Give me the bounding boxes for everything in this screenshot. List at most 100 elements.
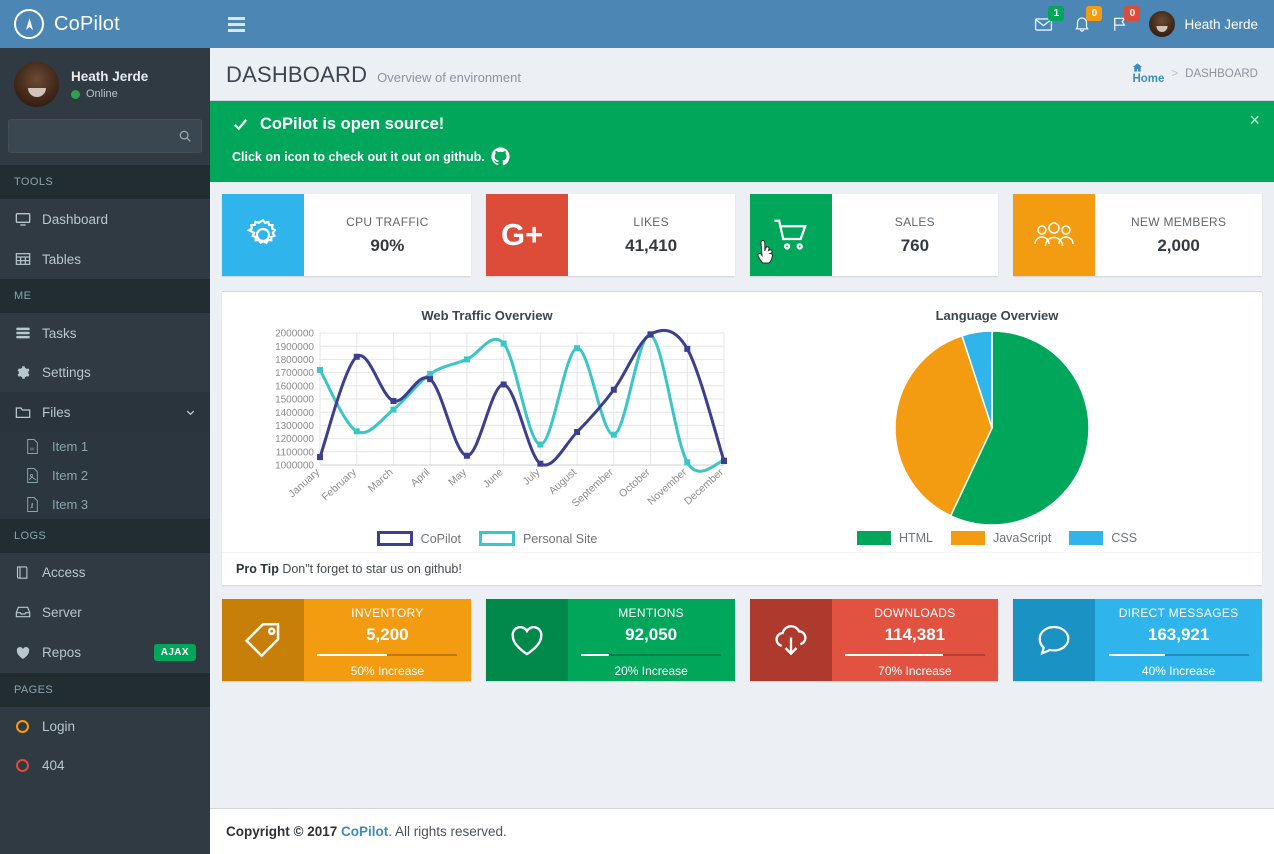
- sidebar-item-tasks[interactable]: Tasks: [0, 313, 210, 353]
- progress-bar: [317, 654, 457, 656]
- breadcrumb-home[interactable]: Home: [1132, 62, 1164, 85]
- legend-item-html[interactable]: HTML: [857, 531, 933, 545]
- small-box-value: 5,200: [366, 625, 409, 645]
- info-box-content: SALES 760: [832, 194, 999, 276]
- sidebar-item-files[interactable]: Files: [0, 392, 210, 432]
- sidebar-user-status: Online: [71, 88, 148, 100]
- google-plus-icon: G+: [486, 194, 568, 276]
- alert-body-row: Click on icon to check out it out on git…: [232, 147, 1258, 166]
- status-badge: AJAX: [154, 644, 196, 661]
- svg-text:March: March: [366, 466, 396, 495]
- sidebar-search: [0, 119, 210, 165]
- breadcrumb: Home > DASHBOARD: [1132, 62, 1258, 85]
- sidebar-item-404[interactable]: 404: [0, 746, 210, 785]
- progress-bar: [1109, 654, 1249, 656]
- notifications-button[interactable]: 0: [1073, 15, 1091, 33]
- legend-item-copilot[interactable]: CoPilot: [377, 531, 461, 546]
- svg-text:November: November: [645, 466, 689, 508]
- line-chart-legend: CoPilot Personal Site: [232, 531, 742, 546]
- footer: Copyright © 2017 CoPilot. All rights res…: [210, 808, 1274, 854]
- legend-item-css[interactable]: CSS: [1069, 531, 1137, 545]
- close-icon[interactable]: ×: [1249, 111, 1260, 129]
- search-button[interactable]: [169, 120, 201, 152]
- line-chart-canvas[interactable]: 1000000110000012000001300000140000015000…: [232, 325, 732, 525]
- home-icon: [1132, 62, 1164, 73]
- legend-label: HTML: [899, 531, 933, 545]
- info-box-cpu-traffic[interactable]: CPU TRAFFIC 90%: [222, 194, 471, 276]
- app-root: CoPilot Heath Jerde Online: [0, 0, 1274, 854]
- svg-text:1600000: 1600000: [275, 381, 314, 392]
- user-menu[interactable]: Heath Jerde: [1149, 11, 1258, 37]
- sidebar-user-panel[interactable]: Heath Jerde Online: [0, 48, 210, 119]
- sidebar-item-server[interactable]: Server: [0, 592, 210, 632]
- pie-chart-legend: HTML JavaScript CSS: [742, 531, 1252, 545]
- file-image-icon: [24, 468, 41, 483]
- tag-icon: [222, 599, 304, 681]
- check-icon: [232, 116, 249, 133]
- svg-text:May: May: [446, 466, 469, 489]
- legend-label: Personal Site: [523, 532, 597, 546]
- small-box-desc: 70% Increase: [878, 664, 951, 678]
- footer-copyright-suffix: . All rights reserved.: [388, 824, 507, 839]
- users-icon: [1013, 194, 1095, 276]
- sidebar: CoPilot Heath Jerde Online: [0, 0, 210, 854]
- sidebar-item-access[interactable]: Access: [0, 553, 210, 592]
- alert-title-row: CoPilot is open source!: [232, 115, 1258, 134]
- legend-item-javascript[interactable]: JavaScript: [951, 531, 1051, 545]
- pie-chart-canvas[interactable]: [742, 325, 1242, 525]
- pro-tip-text: Don"t forget to star us on github!: [279, 562, 462, 576]
- sidebar-item-tables[interactable]: Tables: [0, 239, 210, 279]
- info-box-label: NEW MEMBERS: [1131, 215, 1226, 229]
- sidebar-user-name: Heath Jerde: [71, 69, 148, 84]
- svg-text:1100000: 1100000: [276, 447, 315, 458]
- sidebar-item-settings[interactable]: Settings: [0, 353, 210, 392]
- small-box-label: INVENTORY: [351, 606, 423, 620]
- sidebar-subnav-files: W Item 1 Item 2: [0, 432, 210, 519]
- small-box-body: MENTIONS 92,050 20% Increase: [568, 599, 735, 681]
- info-box-likes[interactable]: G+ LIKES 41,410: [486, 194, 735, 276]
- info-box-new-members[interactable]: NEW MEMBERS 2,000: [1013, 194, 1262, 276]
- sidebar-user-status-label: Online: [86, 88, 118, 100]
- svg-text:W: W: [30, 446, 35, 452]
- content-wrap: CPU TRAFFIC 90% G+ LIKES 41,410: [210, 182, 1274, 681]
- breadcrumb-home-label: Home: [1132, 73, 1164, 85]
- sidebar-item-dashboard[interactable]: Dashboard: [0, 199, 210, 239]
- sidebar-item-label: Item 3: [52, 497, 88, 512]
- small-box-label: MENTIONS: [618, 606, 684, 620]
- heart-o-icon: [486, 599, 568, 681]
- sidebar-item-repos[interactable]: Repos AJAX: [0, 632, 210, 673]
- sidebar-item-item-1[interactable]: W Item 1: [0, 432, 210, 461]
- sidebar-item-item-3[interactable]: Item 3: [0, 490, 210, 519]
- info-box-sales[interactable]: SALES 760: [750, 194, 999, 276]
- small-box-inventory[interactable]: INVENTORY 5,200 50% Increase: [222, 599, 471, 681]
- language-overview-chart: Language Overview HTML JavaScript: [742, 302, 1252, 546]
- tasks-button[interactable]: 0: [1111, 15, 1129, 33]
- svg-text:2000000: 2000000: [275, 329, 314, 340]
- sidebar-item-label: Item 1: [52, 439, 88, 454]
- small-box-mentions[interactable]: MENTIONS 92,050 20% Increase: [486, 599, 735, 681]
- search-icon: [178, 129, 192, 143]
- brand-name: CoPilot: [54, 13, 120, 36]
- legend-item-personal-site[interactable]: Personal Site: [479, 531, 597, 546]
- hamburger-icon[interactable]: [222, 11, 251, 38]
- messages-button[interactable]: 1: [1034, 15, 1053, 34]
- github-icon[interactable]: [491, 147, 510, 166]
- sidebar-item-login[interactable]: Login: [0, 707, 210, 746]
- footer-brand-link[interactable]: CoPilot: [341, 824, 388, 839]
- legend-swatch: [377, 531, 413, 546]
- brand-logo-link[interactable]: CoPilot: [0, 0, 210, 48]
- alert-open-source: CoPilot is open source! Click on icon to…: [210, 101, 1274, 182]
- legend-swatch: [479, 531, 515, 546]
- small-box-direct-messages[interactable]: DIRECT MESSAGES 163,921 40% Increase: [1013, 599, 1262, 681]
- small-box-downloads[interactable]: DOWNLOADS 114,381 70% Increase: [750, 599, 999, 681]
- heart-icon: [14, 645, 31, 661]
- circle-o-icon: [14, 759, 31, 772]
- sidebar-item-label: 404: [42, 758, 65, 773]
- svg-text:1800000: 1800000: [275, 355, 314, 366]
- sidebar-item-item-2[interactable]: Item 2: [0, 461, 210, 490]
- gear-icon: [222, 194, 304, 276]
- alert-body-text: Click on icon to check out it out on git…: [232, 150, 485, 164]
- info-box-label: CPU TRAFFIC: [346, 215, 428, 229]
- small-box-desc: 40% Increase: [1142, 664, 1215, 678]
- comment-icon: [1013, 599, 1095, 681]
